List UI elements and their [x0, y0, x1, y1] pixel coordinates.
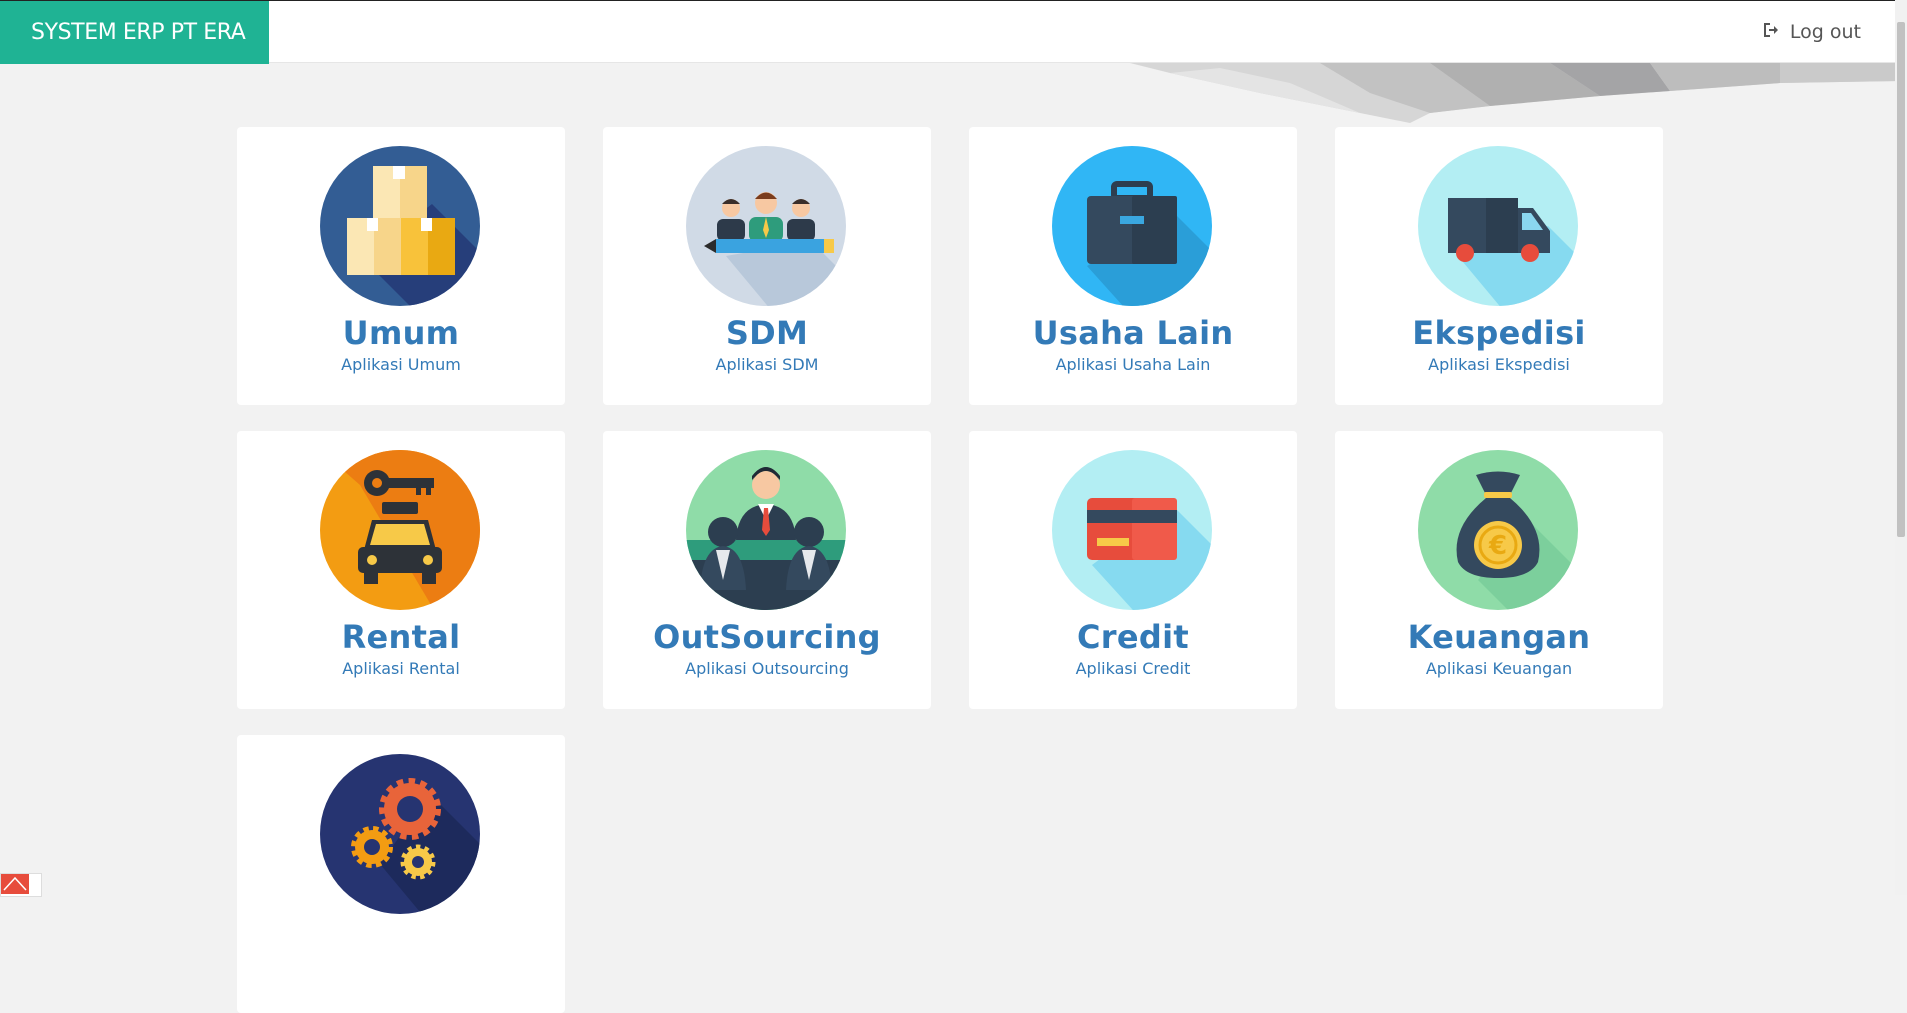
card-title: Rental: [341, 618, 461, 656]
card-subtitle: Aplikasi Credit: [1075, 659, 1191, 678]
card-subtitle: Aplikasi Umum: [341, 355, 461, 374]
credit-card-icon: [1052, 450, 1212, 610]
briefcase-icon: [1052, 146, 1212, 306]
banner-decoration: [1130, 63, 1900, 123]
boxes-icon: [320, 146, 480, 306]
meeting-icon: [686, 450, 846, 610]
car-key-icon: [320, 450, 480, 610]
logout-label: Log out: [1789, 21, 1861, 43]
top-navbar: SYSTEM ERP PT ERA Log out: [0, 0, 1907, 64]
card-title: SDM: [725, 314, 809, 352]
money-bag-icon: €: [1418, 450, 1578, 610]
card-subtitle: Aplikasi Usaha Lain: [1055, 355, 1211, 374]
app-logo-icon: [1, 874, 29, 894]
brand-link[interactable]: SYSTEM ERP PT ERA: [0, 1, 269, 64]
card-subtitle: Aplikasi Ekspedisi: [1428, 355, 1570, 374]
app-card-ekspedisi[interactable]: Ekspedisi Aplikasi Ekspedisi: [1335, 127, 1663, 405]
card-title: OutSourcing: [653, 618, 881, 656]
card-title: Umum: [342, 314, 460, 352]
team-icon: [686, 146, 846, 306]
card-subtitle: Aplikasi Outsourcing: [685, 659, 849, 678]
scrollbar-thumb[interactable]: [1897, 22, 1905, 537]
app-card-usaha-lain[interactable]: Usaha Lain Aplikasi Usaha Lain: [969, 127, 1297, 405]
app-card-sdm[interactable]: SDM Aplikasi SDM: [603, 127, 931, 405]
app-card-outsourcing[interactable]: OutSourcing Aplikasi Outsourcing: [603, 431, 931, 709]
card-subtitle: Aplikasi SDM: [715, 355, 819, 374]
card-title: Usaha Lain: [1032, 314, 1234, 352]
card-subtitle: Aplikasi Rental: [342, 659, 460, 678]
logout-link[interactable]: Log out: [1763, 0, 1861, 64]
app-card-credit[interactable]: Credit Aplikasi Credit: [969, 431, 1297, 709]
app-card-rental[interactable]: Rental Aplikasi Rental: [237, 431, 565, 709]
truck-icon: [1418, 146, 1578, 306]
scrollbar[interactable]: [1895, 0, 1907, 895]
app-card-keuangan[interactable]: € Keuangan Aplikasi Keuangan: [1335, 431, 1663, 709]
card-subtitle: Aplikasi Keuangan: [1425, 659, 1573, 678]
sign-out-icon: [1763, 0, 1780, 63]
app-card-settings[interactable]: [237, 735, 565, 1013]
card-title: Credit: [1077, 618, 1189, 656]
card-title: Keuangan: [1407, 618, 1591, 656]
card-title: Ekspedisi: [1412, 314, 1586, 352]
gears-icon: [320, 754, 480, 914]
corner-widget[interactable]: [0, 873, 42, 897]
svg-text:€: €: [1488, 531, 1507, 561]
app-card-umum[interactable]: Umum Aplikasi Umum: [237, 127, 565, 405]
